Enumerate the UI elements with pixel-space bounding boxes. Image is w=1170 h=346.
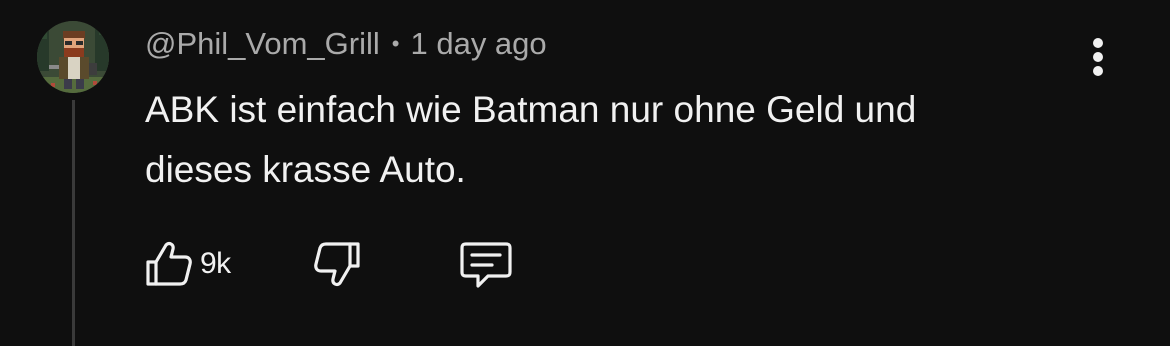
comment-time[interactable]: 1 day ago	[410, 26, 546, 62]
like-count: 9k	[200, 247, 231, 280]
author-name[interactable]: @Phil_Vom_Grill	[145, 26, 380, 62]
comment-text: ABK ist einfach wie Batman nur ohne Geld…	[145, 80, 1105, 200]
reply-button[interactable]	[456, 236, 516, 292]
comment-text-line: dieses krasse Auto.	[145, 149, 466, 190]
thumbs-down-icon	[314, 242, 360, 286]
thread-line	[72, 100, 75, 346]
dislike-button[interactable]	[310, 236, 366, 292]
thumbs-up-icon	[146, 242, 192, 286]
comment-meta: @Phil_Vom_Grill • 1 day ago	[145, 24, 547, 64]
comment-actions: 9k	[140, 236, 540, 292]
comment-bubble-icon	[460, 242, 512, 288]
comment: @Phil_Vom_Grill • 1 day ago ABK ist einf…	[0, 0, 1170, 346]
like-button[interactable]: 9k	[140, 236, 231, 292]
vertical-dots-icon	[1093, 38, 1103, 76]
meta-separator: •	[391, 31, 400, 56]
comment-text-line: ABK ist einfach wie Batman nur ohne Geld…	[145, 89, 917, 130]
avatar-image	[37, 21, 109, 93]
avatar[interactable]	[37, 21, 109, 93]
more-options-button[interactable]	[1080, 36, 1116, 78]
